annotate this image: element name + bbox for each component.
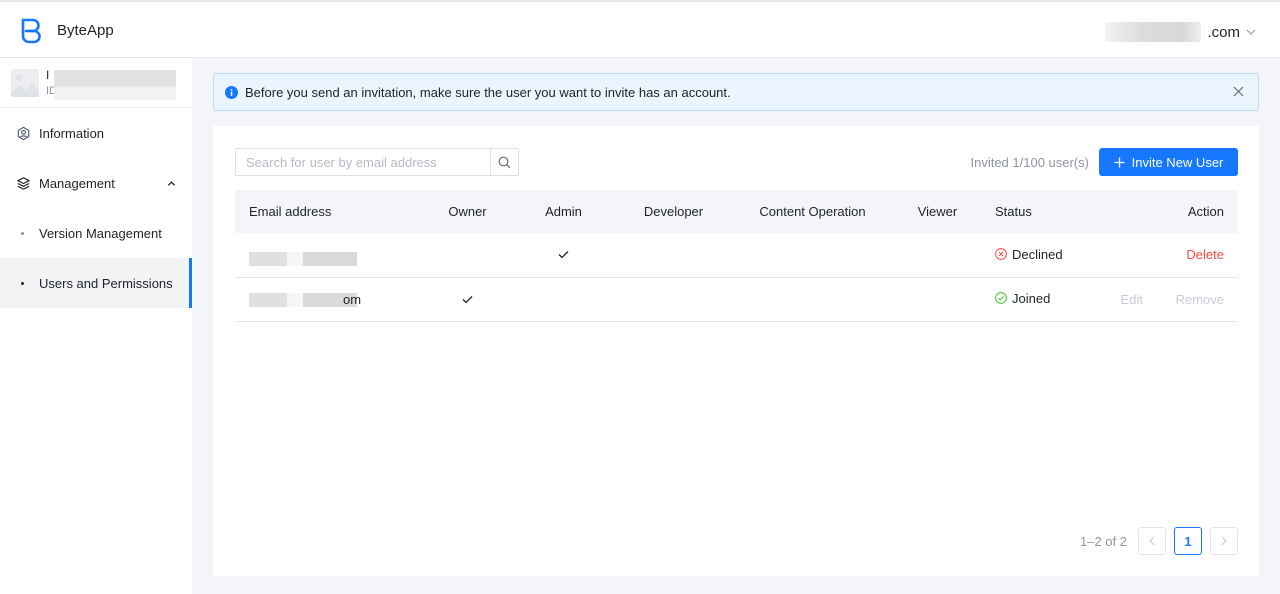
admin-cell xyxy=(510,277,617,322)
email-redacted xyxy=(249,292,357,307)
search-icon xyxy=(498,156,511,168)
column-header-content-operation[interactable]: Content Operation xyxy=(730,190,895,233)
next-page-button[interactable] xyxy=(1210,527,1238,555)
profile-card: I ID xyxy=(0,58,192,108)
remove-button[interactable]: Remove xyxy=(1176,292,1224,307)
delete-button[interactable]: Delete xyxy=(1186,247,1224,262)
developer-cell xyxy=(617,277,730,322)
column-header-admin[interactable]: Admin xyxy=(510,190,617,233)
joined-check-circle-icon xyxy=(995,292,1007,305)
email-visible-suffix: om xyxy=(343,292,362,308)
prev-page-button[interactable] xyxy=(1138,527,1166,555)
search-input[interactable] xyxy=(236,149,491,175)
admin-cell xyxy=(510,233,617,278)
column-header-action: Action xyxy=(1090,190,1238,233)
content-operation-cell xyxy=(730,233,895,278)
table-header-row: Email address Owner Admin Developer Cont… xyxy=(235,190,1238,233)
bullet-icon xyxy=(21,281,24,285)
bullet-icon xyxy=(21,231,24,235)
hexagon-person-icon xyxy=(17,126,30,140)
byteapp-logo-icon xyxy=(21,18,41,44)
sidebar-item-information[interactable]: Information xyxy=(0,108,192,158)
chevron-left-icon xyxy=(1149,536,1155,546)
invited-count: Invited 1/100 user(s) xyxy=(970,155,1089,170)
sidebar-item-label: Information xyxy=(39,125,105,141)
sidebar-item-label: Users and Permissions xyxy=(39,275,173,291)
pagination-total: 1–2 of 2 xyxy=(1080,533,1127,549)
close-icon[interactable] xyxy=(1233,86,1244,97)
action-cell: Edit Remove xyxy=(1090,277,1238,322)
page-button-1[interactable]: 1 xyxy=(1174,527,1202,555)
status-cell: Declined xyxy=(980,233,1090,278)
search-box xyxy=(235,148,519,176)
column-header-owner[interactable]: Owner xyxy=(425,190,510,233)
users-table: Email address Owner Admin Developer Cont… xyxy=(235,190,1238,322)
status-cell: Joined xyxy=(980,277,1090,322)
viewer-cell xyxy=(895,277,980,322)
info-icon xyxy=(225,86,238,99)
users-card: Invited 1/100 user(s) Invite New User Em… xyxy=(213,126,1259,576)
sidebar-item-label: Version Management xyxy=(39,225,162,241)
developer-cell xyxy=(617,233,730,278)
action-cell: Delete xyxy=(1090,233,1238,278)
column-header-email[interactable]: Email address xyxy=(235,190,425,233)
declined-x-circle-icon xyxy=(995,248,1007,260)
plus-icon xyxy=(1114,157,1125,167)
content-operation-cell xyxy=(730,277,895,322)
column-header-viewer[interactable]: Viewer xyxy=(895,190,980,233)
avatar xyxy=(11,69,39,97)
owner-cell xyxy=(425,233,510,278)
invite-new-user-button[interactable]: Invite New User xyxy=(1099,148,1238,176)
column-header-status[interactable]: Status xyxy=(980,190,1090,233)
status-badge: Declined xyxy=(995,247,1063,262)
sidebar-item-users-and-permissions[interactable]: Users and Permissions xyxy=(0,258,192,308)
status-badge: Joined xyxy=(995,291,1050,306)
account-email-suffix: .com xyxy=(1207,23,1240,41)
viewer-cell xyxy=(895,233,980,278)
status-text: Declined xyxy=(1012,246,1063,262)
email-redacted xyxy=(249,251,357,266)
sidebar-item-management[interactable]: Management xyxy=(0,158,192,208)
check-icon xyxy=(558,251,569,259)
sidebar-item-label: Management xyxy=(39,175,115,191)
layers-icon xyxy=(17,176,30,190)
status-text: Joined xyxy=(1012,290,1051,306)
chevron-up-icon xyxy=(167,180,176,186)
pagination: 1–2 of 2 1 xyxy=(1080,527,1238,555)
check-icon xyxy=(462,295,473,303)
brand-name: ByteApp xyxy=(57,22,114,39)
sidebar: I ID Information Management Version Mana… xyxy=(0,58,192,594)
profile-name: I xyxy=(46,68,50,82)
profile-redacted xyxy=(54,70,176,100)
invite-button-label: Invite New User xyxy=(1131,154,1224,170)
info-alert: Before you send an invitation, make sure… xyxy=(213,73,1259,111)
chevron-down-icon xyxy=(1246,29,1256,35)
chevron-right-icon xyxy=(1221,536,1227,546)
account-menu[interactable]: .com xyxy=(1105,22,1256,42)
email-cell xyxy=(235,233,425,278)
alert-message: Before you send an invitation, make sure… xyxy=(245,85,731,100)
account-email-redacted xyxy=(1105,22,1202,42)
owner-cell xyxy=(425,277,510,322)
email-cell: om xyxy=(235,277,425,322)
search-button[interactable] xyxy=(490,149,518,175)
image-placeholder-icon xyxy=(11,74,39,97)
table-row: Declined Delete xyxy=(235,233,1238,278)
top-bar: ByteApp .com xyxy=(0,0,1280,58)
table-row: om Joined Edit Remove xyxy=(235,277,1238,322)
column-header-developer[interactable]: Developer xyxy=(617,190,730,233)
edit-button[interactable]: Edit xyxy=(1121,292,1143,307)
sidebar-item-version-management[interactable]: Version Management xyxy=(0,208,192,258)
